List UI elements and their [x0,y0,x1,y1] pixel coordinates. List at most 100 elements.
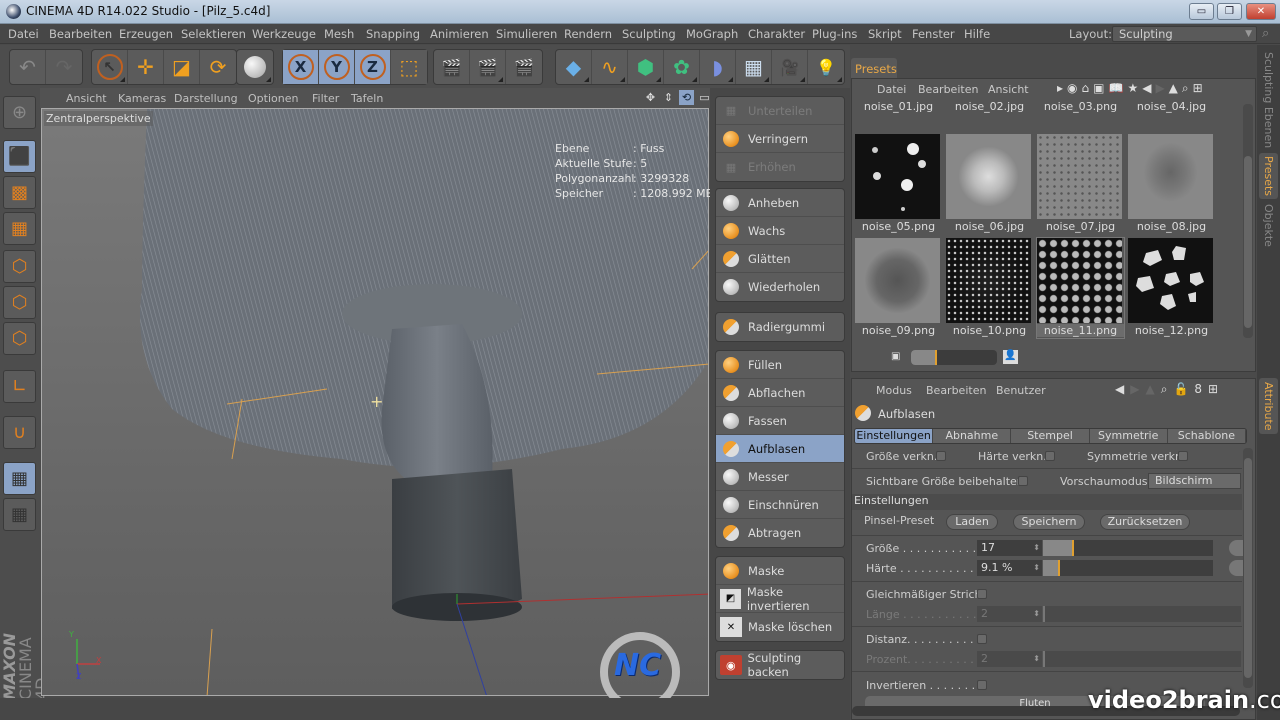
tab-stempel[interactable]: Stempel [1011,429,1090,443]
tab-abnahme[interactable]: Abnahme [933,429,1012,443]
hardness-pressure-button[interactable] [1229,560,1243,576]
link-hardness-checkbox[interactable] [1045,451,1055,461]
eye-icon[interactable]: ◉ [1067,81,1077,96]
render-view-icon[interactable]: 🎬 [434,50,470,84]
menu-rendern[interactable]: Rendern [564,27,612,41]
tab-schablone[interactable]: Schablone [1167,429,1246,443]
menu-simulieren[interactable]: Simulieren [496,27,557,41]
tool-maske[interactable]: Maske [716,557,844,585]
tool-radiergummi[interactable]: Radiergummi [716,313,844,341]
viewport-menu-filter[interactable]: Filter [312,92,339,105]
presets-menu-datei[interactable]: Datei [877,83,906,96]
tool-anheben[interactable]: Anheben [716,189,844,217]
stamp-stroke-checkbox[interactable] [977,589,987,599]
tool-wachs[interactable]: Wachs [716,217,844,245]
workplane-mode-icon[interactable]: ▦ [3,212,36,245]
scrollbar-thumb[interactable] [1244,156,1252,328]
hardness-input[interactable]: 9.1 % ⬍ [977,560,1042,576]
deformer-icon[interactable]: ◗ [700,50,736,84]
close-button[interactable]: ✕ [1246,3,1276,20]
tool-abtragen[interactable]: Abtragen [716,519,844,547]
star-icon[interactable]: ★ [1127,81,1138,96]
expand-arrow-icon[interactable]: ▸ [1057,81,1063,96]
spline-icon[interactable]: ∿ [592,50,628,84]
up-arrow-icon[interactable]: ▲ [1169,81,1178,96]
render-picture-viewer-icon[interactable]: 🎬 [470,50,506,84]
texture-mode-icon[interactable]: ▩ [3,176,36,209]
back-arrow-icon[interactable]: ◀ [1115,382,1124,397]
stepper-icon[interactable]: ⬍ [1033,540,1040,556]
scale-icon[interactable]: ◪ [164,50,200,84]
menu-mesh[interactable]: Mesh [324,27,354,41]
keep-visible-size-checkbox[interactable] [1018,476,1028,486]
nurbs-icon[interactable]: ⬢ [628,50,664,84]
length-slider[interactable] [1043,606,1241,622]
tool-aufblasen[interactable]: Aufblasen [716,435,844,463]
render-settings-icon[interactable]: 🎬 [506,50,542,84]
back-arrow-icon[interactable]: ◀ [1142,81,1151,96]
scrollbar-thumb[interactable] [1244,458,1252,678]
menu-hilfe[interactable]: Hilfe [964,27,990,41]
thumbnail-size-slider[interactable] [911,350,997,365]
menu-animieren[interactable]: Animieren [430,27,489,41]
size-input[interactable]: 17 ⬍ [977,540,1042,556]
presets-tab[interactable]: Presets [851,58,897,78]
preset-item[interactable]: noise_07.jpg [1037,134,1124,234]
tab-sculpting-ebenen[interactable]: Sculpting Ebenen [1259,50,1278,150]
move-icon[interactable]: ✛ [128,50,164,84]
camera-icon[interactable]: 🎥 [772,50,808,84]
points-mode-icon[interactable]: ⬡ [3,250,36,283]
preset-item[interactable]: noise_05.png [855,134,942,234]
tool-unterteilen[interactable]: ▦ Unterteilen [716,97,844,125]
preset-item[interactable]: noise_09.png [855,238,942,338]
link-icon[interactable]: 8 [1194,382,1202,397]
menu-snapping[interactable]: Snapping [366,27,420,41]
tool-einschnueren[interactable]: Einschnüren [716,491,844,519]
link-size-checkbox[interactable] [936,451,946,461]
tool-erhoehen[interactable]: ▦ Erhöhen [716,153,844,181]
menu-fenster[interactable]: Fenster [912,27,955,41]
menu-erzeugen[interactable]: Erzeugen [119,27,173,41]
forward-arrow-icon[interactable]: ▶ [1130,382,1139,397]
tab-objekte[interactable]: Objekte [1259,202,1278,248]
tool-maske-invertieren[interactable]: ◩ Maske invertieren [716,585,844,613]
minimize-button[interactable]: ▭ [1189,3,1214,20]
viewport-menu-darstellung[interactable]: Darstellung [174,92,238,105]
z-axis-icon[interactable]: Z [355,50,391,84]
tool-verringern[interactable]: Verringern [716,125,844,153]
length-input[interactable]: 2 ⬍ [977,606,1042,622]
model-mode-icon[interactable]: ⬛ [3,140,36,173]
preview-mode-dropdown[interactable]: Bildschirm [1148,473,1241,489]
stepper-icon[interactable]: ⬍ [1033,651,1040,667]
search-icon[interactable]: ⌕ [1182,81,1189,96]
slider-handle[interactable] [935,350,937,365]
layout-dropdown[interactable]: Sculpting ▼ [1112,26,1257,42]
tab-attribute[interactable]: Attribute [1259,378,1278,434]
distance-checkbox[interactable] [977,634,987,644]
rotate-icon[interactable]: ⟳ [200,50,236,84]
size-slider[interactable] [1043,540,1213,556]
menu-werkzeuge[interactable]: Werkzeuge [252,27,316,41]
make-editable-icon[interactable]: ⊕ [3,96,36,129]
menu-selektieren[interactable]: Selektieren [181,27,246,41]
new-window-icon[interactable]: ⊞ [1193,81,1203,96]
menu-sculpting[interactable]: Sculpting [622,27,676,41]
planar-workplane-icon[interactable]: ▦ [3,498,36,531]
menu-skript[interactable]: Skript [868,27,902,41]
lock-workplane-icon[interactable]: ▦ [3,462,36,495]
small-thumb-icon[interactable]: ▣ [891,351,900,362]
preset-item[interactable]: noise_06.jpg [946,134,1033,234]
viewport-menu-ansicht[interactable]: Ansicht [66,92,107,105]
preset-item[interactable]: noise_12.png [1128,238,1215,338]
axis-mode-icon[interactable]: ∟ [3,370,36,403]
cube-icon[interactable]: ◆ [556,50,592,84]
tab-presets[interactable]: Presets [1259,153,1278,199]
hardness-slider[interactable] [1043,560,1213,576]
tool-fuellen[interactable]: Füllen [716,351,844,379]
forward-arrow-icon[interactable]: ▶ [1155,81,1164,96]
search-icon[interactable]: ⌕ [1161,382,1168,397]
tool-messer[interactable]: Messer [716,463,844,491]
attr-menu-modus[interactable]: Modus [876,384,912,397]
mograph-cloner-icon[interactable]: ✿ [664,50,700,84]
tool-glaetten[interactable]: Glätten [716,245,844,273]
